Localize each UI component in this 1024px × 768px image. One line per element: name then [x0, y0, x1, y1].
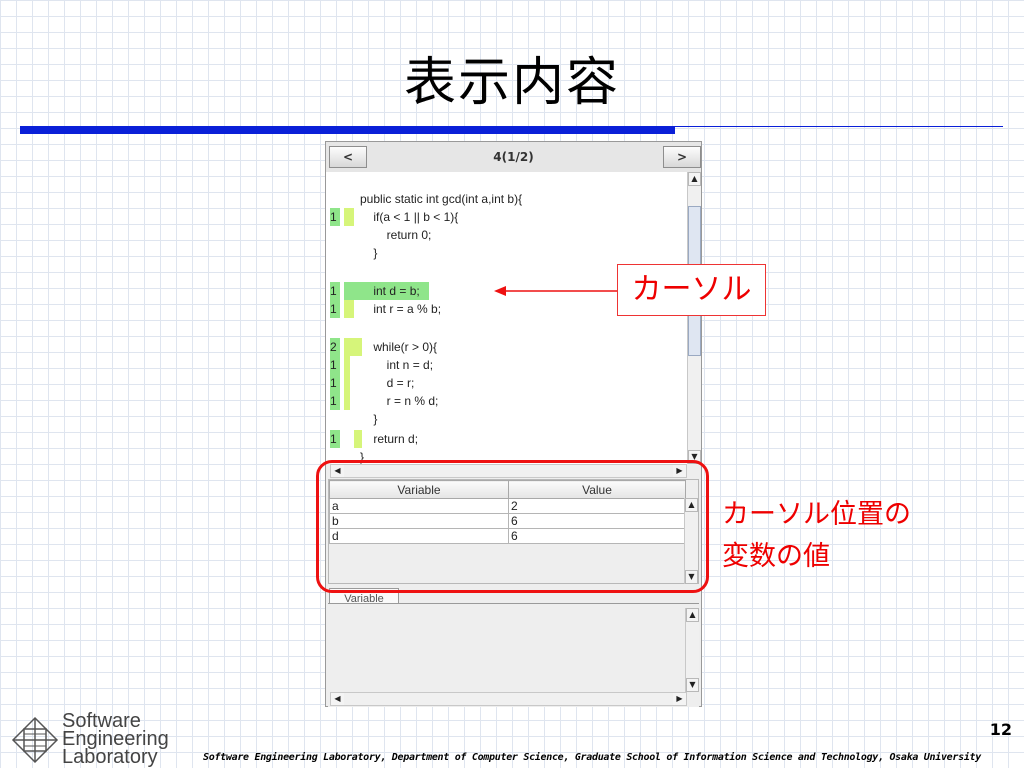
lower-horizontal-scrollbar[interactable]: ◀ ▶ [330, 692, 687, 706]
callout-line: カーソル位置の [722, 499, 911, 530]
title-underline-thick [20, 126, 675, 134]
logo-line: Laboratory [62, 746, 158, 768]
execution-count [330, 190, 340, 208]
executed-marker [344, 374, 350, 392]
executed-marker [344, 392, 350, 410]
execution-count: 1 [330, 374, 340, 392]
execution-count [330, 244, 340, 262]
code-line: 1 d = r; [326, 374, 687, 392]
cursor-variables-callout: カーソル位置の 変数の値 [722, 494, 911, 578]
code-line: 1 return d; [326, 430, 687, 448]
scroll-up-arrow-icon[interactable]: ▲ [686, 608, 699, 622]
page-number: 12 [989, 720, 1012, 739]
callout-line: 変数の値 [722, 541, 830, 572]
page-navigation-bar: 4(1/2) < > [326, 142, 701, 173]
code-text: public static int gcd(int a,int b){ [360, 192, 523, 206]
previous-page-button[interactable]: < [329, 146, 367, 168]
source-code-pane: public static int gcd(int a,int b){ 1 if… [326, 172, 687, 464]
executed-marker [344, 208, 354, 226]
lower-panel: ▲ ▼ ◀ ▶ [328, 603, 699, 707]
code-line: 2 while(r > 0){ [326, 338, 687, 356]
execution-count: 1 [330, 430, 340, 448]
lab-logo: Software Engineering Laboratory [10, 711, 180, 768]
scroll-right-arrow-icon[interactable]: ▶ [673, 693, 686, 705]
cursor-callout: カーソル [617, 264, 766, 316]
execution-count: 1 [330, 392, 340, 410]
lab-logo-text: Software Engineering Laboratory [62, 711, 169, 768]
scroll-up-arrow-icon[interactable]: ▲ [688, 172, 701, 186]
code-line: 1 r = n % d; [326, 392, 687, 410]
code-vertical-scrollbar[interactable]: ▲ ▼ [687, 172, 701, 464]
slide-title: 表示内容 [403, 53, 620, 113]
code-text: } [360, 412, 378, 426]
executed-marker [344, 356, 350, 374]
execution-count: 1 [330, 300, 340, 318]
code-line: 1 int n = d; [326, 356, 687, 374]
executed-marker [344, 300, 354, 318]
code-text: d = r; [360, 376, 415, 390]
page-indicator: 4(1/2) [493, 150, 534, 164]
execution-count: 2 [330, 338, 340, 356]
lower-vertical-scrollbar[interactable]: ▲ ▼ [685, 608, 699, 692]
code-line: } [326, 244, 687, 262]
footer-affiliation: Software Engineering Laboratory, Departm… [203, 752, 981, 763]
code-line [326, 318, 687, 336]
code-text: r = n % d; [360, 394, 439, 408]
code-text: return 0; [360, 228, 432, 242]
execution-count [330, 226, 340, 244]
variable-panel-highlight-frame [316, 460, 709, 593]
code-text: if(a < 1 || b < 1){ [360, 210, 459, 224]
code-line: public static int gcd(int a,int b){ [326, 190, 687, 208]
execution-count [330, 262, 340, 280]
code-text: int d = b; [360, 284, 420, 298]
execution-count: 1 [330, 282, 340, 300]
next-page-button[interactable]: > [663, 146, 701, 168]
code-line: 1 if(a < 1 || b < 1){ [326, 208, 687, 226]
lab-logo-icon [11, 716, 59, 764]
cursor-pointer-arrow-icon [494, 286, 618, 296]
scroll-left-arrow-icon[interactable]: ◀ [331, 693, 344, 705]
code-text: } [360, 246, 378, 260]
title-underline-thin [675, 126, 1003, 127]
code-text: int r = a % b; [360, 302, 442, 316]
scroll-down-arrow-icon[interactable]: ▼ [686, 678, 699, 692]
code-text: int n = d; [360, 358, 434, 372]
code-line: } [326, 410, 687, 428]
code-text: while(r > 0){ [360, 340, 438, 354]
execution-count: 1 [330, 356, 340, 374]
execution-count [330, 318, 340, 336]
execution-count: 1 [330, 208, 340, 226]
execution-count [330, 410, 340, 428]
coverage-viewer-window: 4(1/2) < > public static int gcd(int a,i… [325, 141, 702, 707]
code-line: return 0; [326, 226, 687, 244]
code-text: return d; [360, 432, 419, 446]
